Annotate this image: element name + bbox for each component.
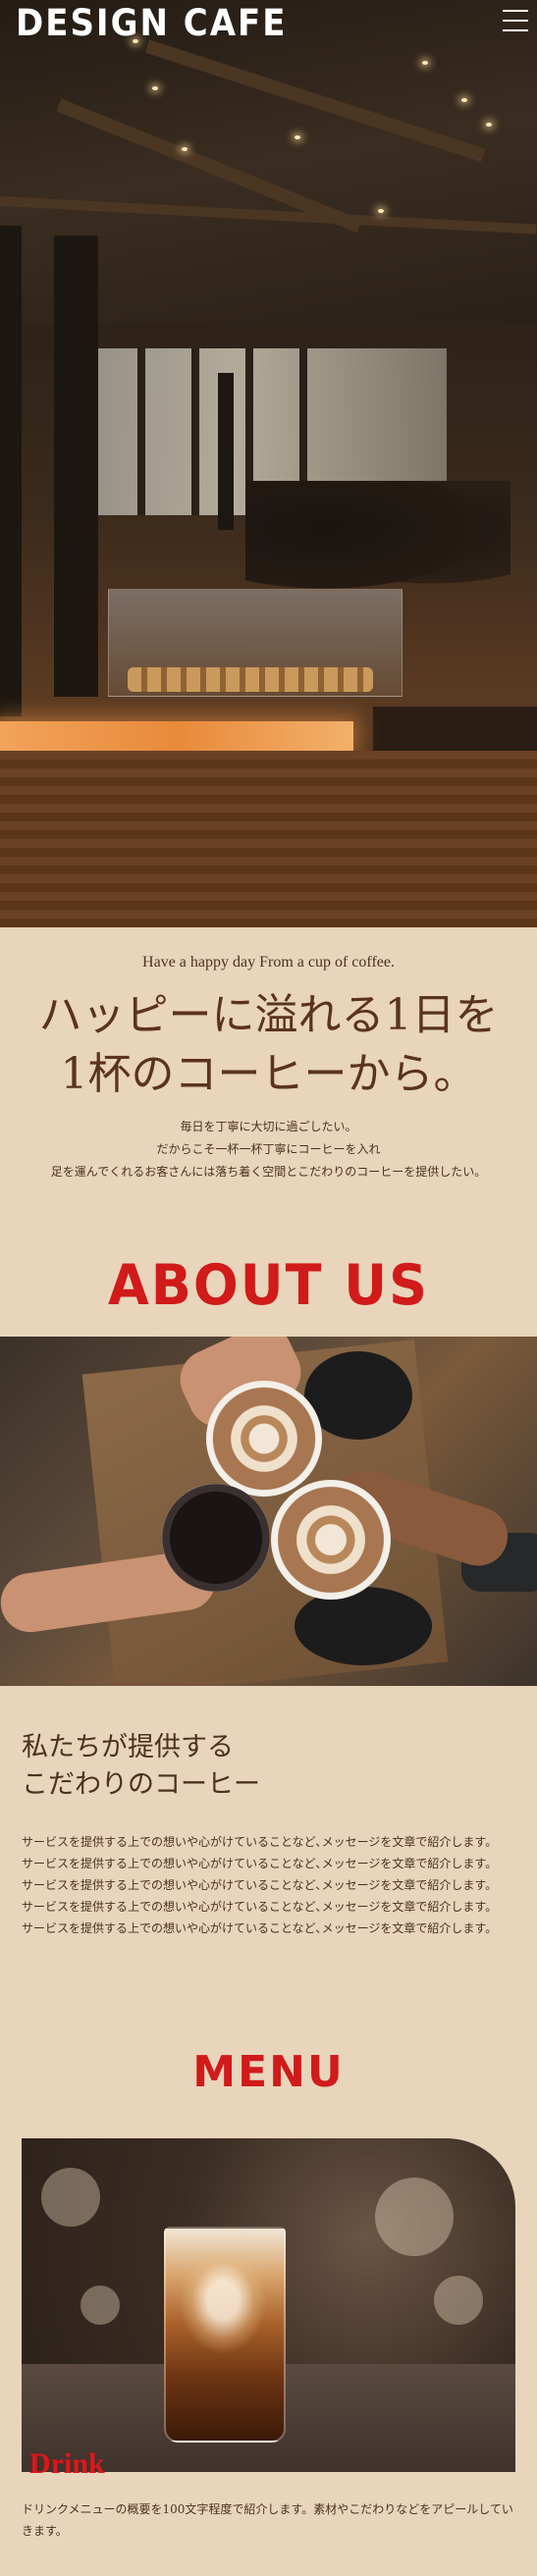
hero-window-frame [191,348,199,515]
about-image [0,1337,537,1686]
main-headline: ハッピーに溢れる1日を 1杯のコーヒーから。 [0,986,537,1104]
tagline-english: Have a happy day From a cup of coffee. [142,954,395,971]
hero-light [486,123,492,127]
hero-image [0,0,537,927]
latte-cup [206,1381,322,1497]
headline-line: ハッピーに溢れる1日を [38,990,499,1040]
hero-pillar [0,226,22,716]
about-line: サービスを提供する上での想いや心がけていることなど､メッセージを文章で紹介します… [22,1835,498,1849]
hero-light [378,209,384,213]
bokeh-light [434,2276,483,2325]
hamburger-line [503,20,528,22]
hero-light [461,98,467,102]
bokeh-light [41,2168,100,2227]
about-heading-line: こだわりのコーヒー [22,1769,260,1800]
hero-counter [0,751,537,927]
bokeh-light [375,2178,454,2256]
menu-section-title: MENU [192,2047,345,2097]
hero-light [182,147,188,151]
about-heading: 私たちが提供する こだわりのコーヒー [22,1729,260,1804]
about-plate [295,1587,432,1665]
iced-coffee-cup [162,1484,270,1592]
intro-line: だからこそ一杯一杯丁寧にコーヒーを入れ [156,1142,381,1156]
about-text: サービスを提供する上での想いや心がけていることなど､メッセージを文章で紹介します… [22,1831,522,1939]
about-line: サービスを提供する上での想いや心がけていることなど､メッセージを文章で紹介します… [22,1857,498,1870]
intro-text: 毎日を丁寧に大切に過ごしたい。 だからこそ一杯一杯丁寧にコーヒーを入れ 足を運ん… [0,1116,537,1183]
about-line: サービスを提供する上での想いや心がけていることなど､メッセージを文章で紹介します… [22,1878,498,1892]
hero-counter-light [0,721,353,751]
hero-pillar [54,236,98,697]
milk-swirl [179,2246,267,2354]
hamburger-line [503,29,528,31]
hero-light [295,135,300,139]
headline-line: 1杯のコーヒーから。 [60,1049,477,1099]
hero-pastries [128,667,373,692]
about-section-title: ABOUT US [107,1252,430,1318]
hamburger-menu-icon[interactable] [503,10,528,31]
intro-line: 足を運んでくれるお客さんには落ち着く空間とこだわりのコーヒーを提供したい。 [50,1165,487,1179]
drink-description: ドリンクメニューの概要を100文字程度で紹介します。素材やこだわりなどをアピール… [22,2502,513,2538]
about-heading-line: 私たちが提供する [22,1732,234,1762]
drink-image[interactable] [22,2138,515,2472]
latte-cup [271,1480,391,1600]
hamburger-line [503,10,528,12]
about-line: サービスを提供する上での想いや心がけていることなど､メッセージを文章で紹介します… [22,1900,498,1914]
hero-light [152,86,158,90]
about-line: サービスを提供する上での想いや心がけていることなど､メッセージを文章で紹介します… [22,1921,498,1935]
drink-label[interactable]: Drink [29,2447,105,2481]
hero-customers [245,481,510,599]
hero-window-frame [137,348,145,515]
intro-line: 毎日を丁寧に大切に過ごしたい。 [180,1120,357,1133]
hero-light [422,61,428,65]
bokeh-light [81,2286,120,2325]
hero-pillar [218,373,234,530]
site-logo[interactable]: DESIGN CAFE [16,2,288,45]
